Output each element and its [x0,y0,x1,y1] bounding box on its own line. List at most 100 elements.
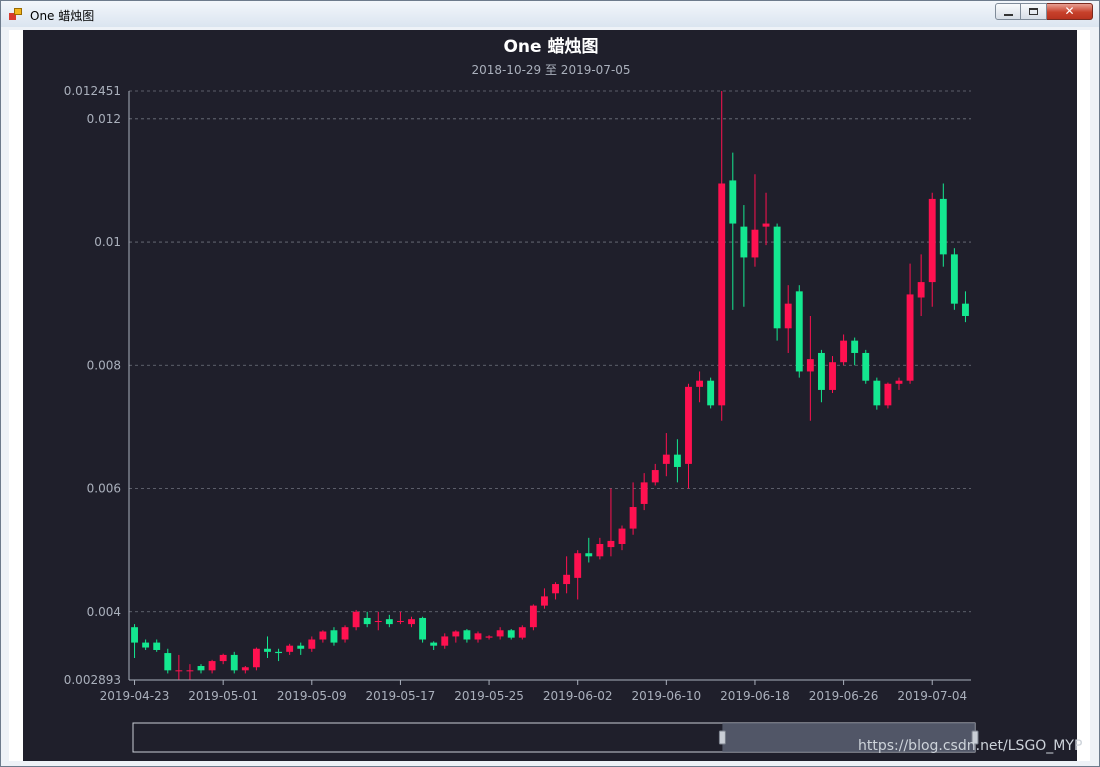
candle-body [651,470,659,483]
candle-body [773,226,781,329]
candle-body [496,630,504,637]
candle-body [829,362,836,390]
y-tick-label: 0.012 [87,112,121,126]
candle-body [884,383,892,406]
candle-body [396,621,404,623]
candle-body [374,621,382,623]
candle-body [873,380,881,406]
candle-body [806,359,814,372]
chart-title: One 蜡烛图 [503,36,598,57]
x-tick-label: 2019-04-23 [100,689,170,703]
axis-layer: 0.002893 0.004 0.006 0.008 0.01 0.012 0.012451… [64,84,971,703]
candle-body [485,636,493,638]
candle-body [696,380,704,387]
candle-body [629,507,637,529]
candle-body [596,543,604,557]
candle-body [518,627,526,638]
candle-body [917,282,925,298]
candle-body [939,198,947,255]
candle-body [662,454,670,464]
candle-body [585,553,593,557]
y-tick-label: 0.004 [87,605,121,619]
candle-body [895,380,903,384]
candle-body [685,386,692,464]
candle-body [906,294,914,381]
close-icon: ✕ [1064,4,1075,18]
candle-body [474,633,482,640]
candle-body [640,482,648,504]
x-tick-label: 2019-05-01 [188,689,258,703]
candle-body [928,198,936,283]
candlestick-chart: 0.002893 0.004 0.006 0.008 0.01 0.012 0.012451… [64,36,979,753]
candle-body [618,528,626,544]
candle-body [452,631,460,637]
candle-body [153,642,161,650]
title-bar[interactable]: One 蜡烛图 ✕ [1,1,1099,27]
candle-body [441,636,449,646]
candle-body [341,627,349,640]
candle-body [175,670,183,672]
watermark-text: https://blog.csdn.net/LSGO_MYP [858,738,1083,754]
data-zoom-slider [132,722,979,753]
app-window: One 蜡烛图 ✕ 0.002893 0.004 0.006 0.008 0.01 0.0… [0,0,1100,767]
candle-body [164,653,172,671]
candle-layer [131,91,969,680]
x-tick-label: 2019-06-26 [809,689,879,703]
candle-body [319,631,327,640]
candle-body [408,619,415,625]
candle-body [817,352,825,390]
candle-body [308,639,316,649]
candle-body [419,617,427,640]
candle-body [784,303,792,329]
y-tick-label: 0.012451 [64,84,121,98]
x-tick-label: 2019-05-25 [454,689,524,703]
candle-body [563,574,571,585]
maximize-button[interactable] [1021,3,1047,20]
x-tick-label: 2019-06-02 [543,689,613,703]
candle-body [673,454,681,467]
candle-body [740,226,748,258]
candle-body [208,661,216,671]
candle-body [241,667,249,671]
candle-body [197,666,205,671]
candle-body [962,303,969,316]
candle-body [729,180,737,224]
candle-body [718,183,726,406]
candle-body [762,223,770,227]
x-tick-label: 2019-06-10 [631,689,701,703]
zoom-handle-left[interactable] [718,730,726,745]
y-tick-label: 0.008 [87,358,121,372]
minimize-button[interactable] [995,3,1021,20]
chart-area: 0.002893 0.004 0.006 0.008 0.01 0.012 0.012451… [23,30,1077,761]
candle-body [552,584,559,594]
close-button[interactable]: ✕ [1047,3,1093,20]
x-tick-label: 2019-07-04 [897,689,967,703]
candle-body [186,670,194,672]
candle-body [352,611,360,628]
candle-body [131,627,138,643]
maximize-icon [1029,8,1038,15]
candle-body [430,642,438,646]
candle-body [330,630,338,643]
candle-body [950,254,958,304]
y-tick-label: 0.006 [87,482,121,496]
candle-body [264,648,271,652]
candle-body [252,648,260,668]
candle-body [529,605,537,628]
candle-body [275,651,283,654]
y-tick-label: 0.002893 [64,673,121,687]
x-tick-label: 2019-05-09 [277,689,347,703]
window-controls: ✕ [995,3,1093,21]
app-icon [9,8,22,20]
candle-body [507,630,515,638]
window-title: One 蜡烛图 [30,9,95,23]
candle-body [574,553,582,578]
candle-body [385,619,393,625]
candle-body [230,654,238,671]
client-area: 0.002893 0.004 0.006 0.008 0.01 0.012 0.012451… [9,30,1090,761]
candle-body [840,340,848,363]
y-tick-label: 0.01 [94,235,121,249]
x-tick-label: 2019-06-18 [720,689,790,703]
candle-body [795,291,803,372]
candle-body [142,642,150,648]
